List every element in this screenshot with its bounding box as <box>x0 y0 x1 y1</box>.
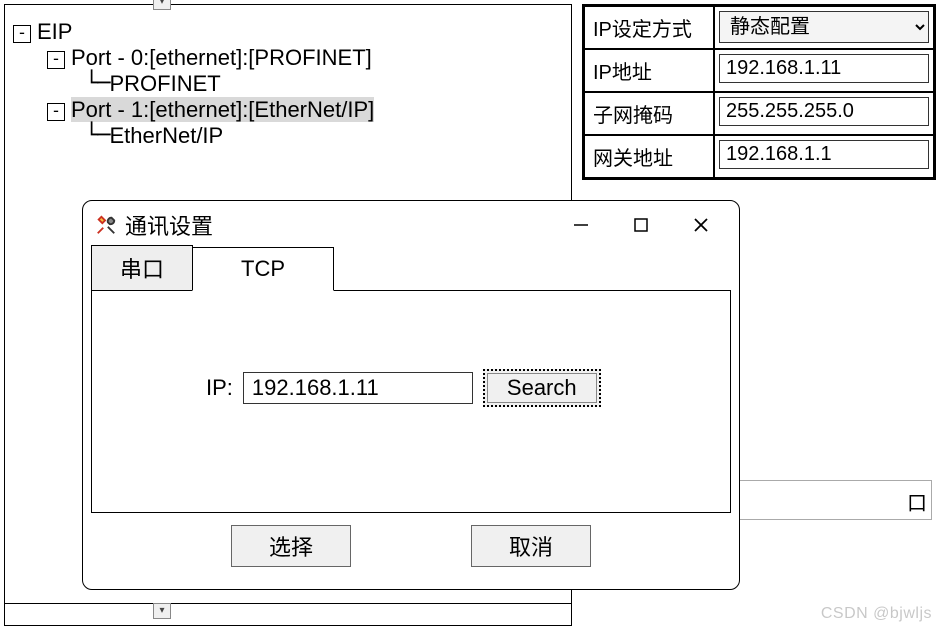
prop-label: IP设定方式 <box>585 7 715 48</box>
tree-node-root[interactable]: -EIP <box>13 19 563 45</box>
tree-node-port0-child[interactable]: └─PROFINET <box>13 71 563 97</box>
tree-node-label: Port - 1:[ethernet]:[EtherNet/IP] <box>71 97 374 122</box>
prop-row-gateway: 网关地址 <box>585 134 933 177</box>
watermark: CSDN @bjwljs <box>821 605 932 623</box>
tab-body-tcp: IP: Search <box>91 291 731 513</box>
tree-node-port1[interactable]: -Port - 1:[ethernet]:[EtherNet/IP] <box>13 97 563 123</box>
prop-label: 网关地址 <box>585 136 715 177</box>
prop-row-ip-mode: IP设定方式 静态配置 <box>585 7 933 48</box>
select-button[interactable]: 选择 <box>231 525 351 567</box>
ip-input[interactable] <box>243 372 473 404</box>
tree-node-label: PROFINET <box>110 71 221 96</box>
ip-mode-select[interactable]: 静态配置 <box>719 11 929 43</box>
collapse-icon[interactable]: - <box>47 51 65 69</box>
subnet-mask-input[interactable] <box>719 97 929 126</box>
dialog-title: 通讯设置 <box>125 209 213 241</box>
comm-settings-dialog: 通讯设置 串口 TCP IP: Search 选择 取消 <box>82 200 740 590</box>
ip-address-input[interactable] <box>719 54 929 83</box>
maximize-icon <box>631 215 651 235</box>
tab-bar: 串口 TCP <box>83 249 739 291</box>
minimize-button[interactable] <box>551 205 611 245</box>
tree-connector-icon: └─ <box>85 71 110 96</box>
box-corner-icon: 口 <box>907 487 927 516</box>
ip-label: IP: <box>206 375 233 401</box>
panel-dropdown-arrow[interactable]: ▾ <box>153 603 171 619</box>
tab-tcp[interactable]: TCP <box>192 247 334 291</box>
dialog-titlebar[interactable]: 通讯设置 <box>83 201 739 249</box>
tab-serial[interactable]: 串口 <box>91 245 193 291</box>
tools-icon <box>95 214 117 236</box>
gateway-input[interactable] <box>719 140 929 169</box>
tree-node-label: EtherNet/IP <box>110 123 224 148</box>
prop-row-subnet: 子网掩码 <box>585 91 933 134</box>
properties-table: IP设定方式 静态配置 IP地址 子网掩码 网关地址 <box>582 4 936 180</box>
tree-node-port1-child[interactable]: └─EtherNet/IP <box>13 123 563 149</box>
minimize-icon <box>571 215 591 235</box>
maximize-button[interactable] <box>611 205 671 245</box>
prop-row-ip-address: IP地址 <box>585 48 933 91</box>
search-button[interactable]: Search <box>483 369 601 407</box>
lower-panel-edge: ▾ <box>4 604 572 626</box>
panel-dropdown-arrow[interactable]: ▾ <box>153 0 171 10</box>
prop-label: 子网掩码 <box>585 93 715 134</box>
cancel-button[interactable]: 取消 <box>471 525 591 567</box>
tree-node-label: EIP <box>37 19 72 44</box>
tree-node-label: Port - 0:[ethernet]:[PROFINET] <box>71 45 372 70</box>
close-button[interactable] <box>671 205 731 245</box>
tree-connector-icon: └─ <box>85 123 110 148</box>
collapse-icon[interactable]: - <box>47 103 65 121</box>
collapse-icon[interactable]: - <box>13 25 31 43</box>
dialog-button-row: 选择 取消 <box>83 525 739 581</box>
close-icon <box>691 215 711 235</box>
tree-node-port0[interactable]: -Port - 0:[ethernet]:[PROFINET] <box>13 45 563 71</box>
prop-label: IP地址 <box>585 50 715 91</box>
